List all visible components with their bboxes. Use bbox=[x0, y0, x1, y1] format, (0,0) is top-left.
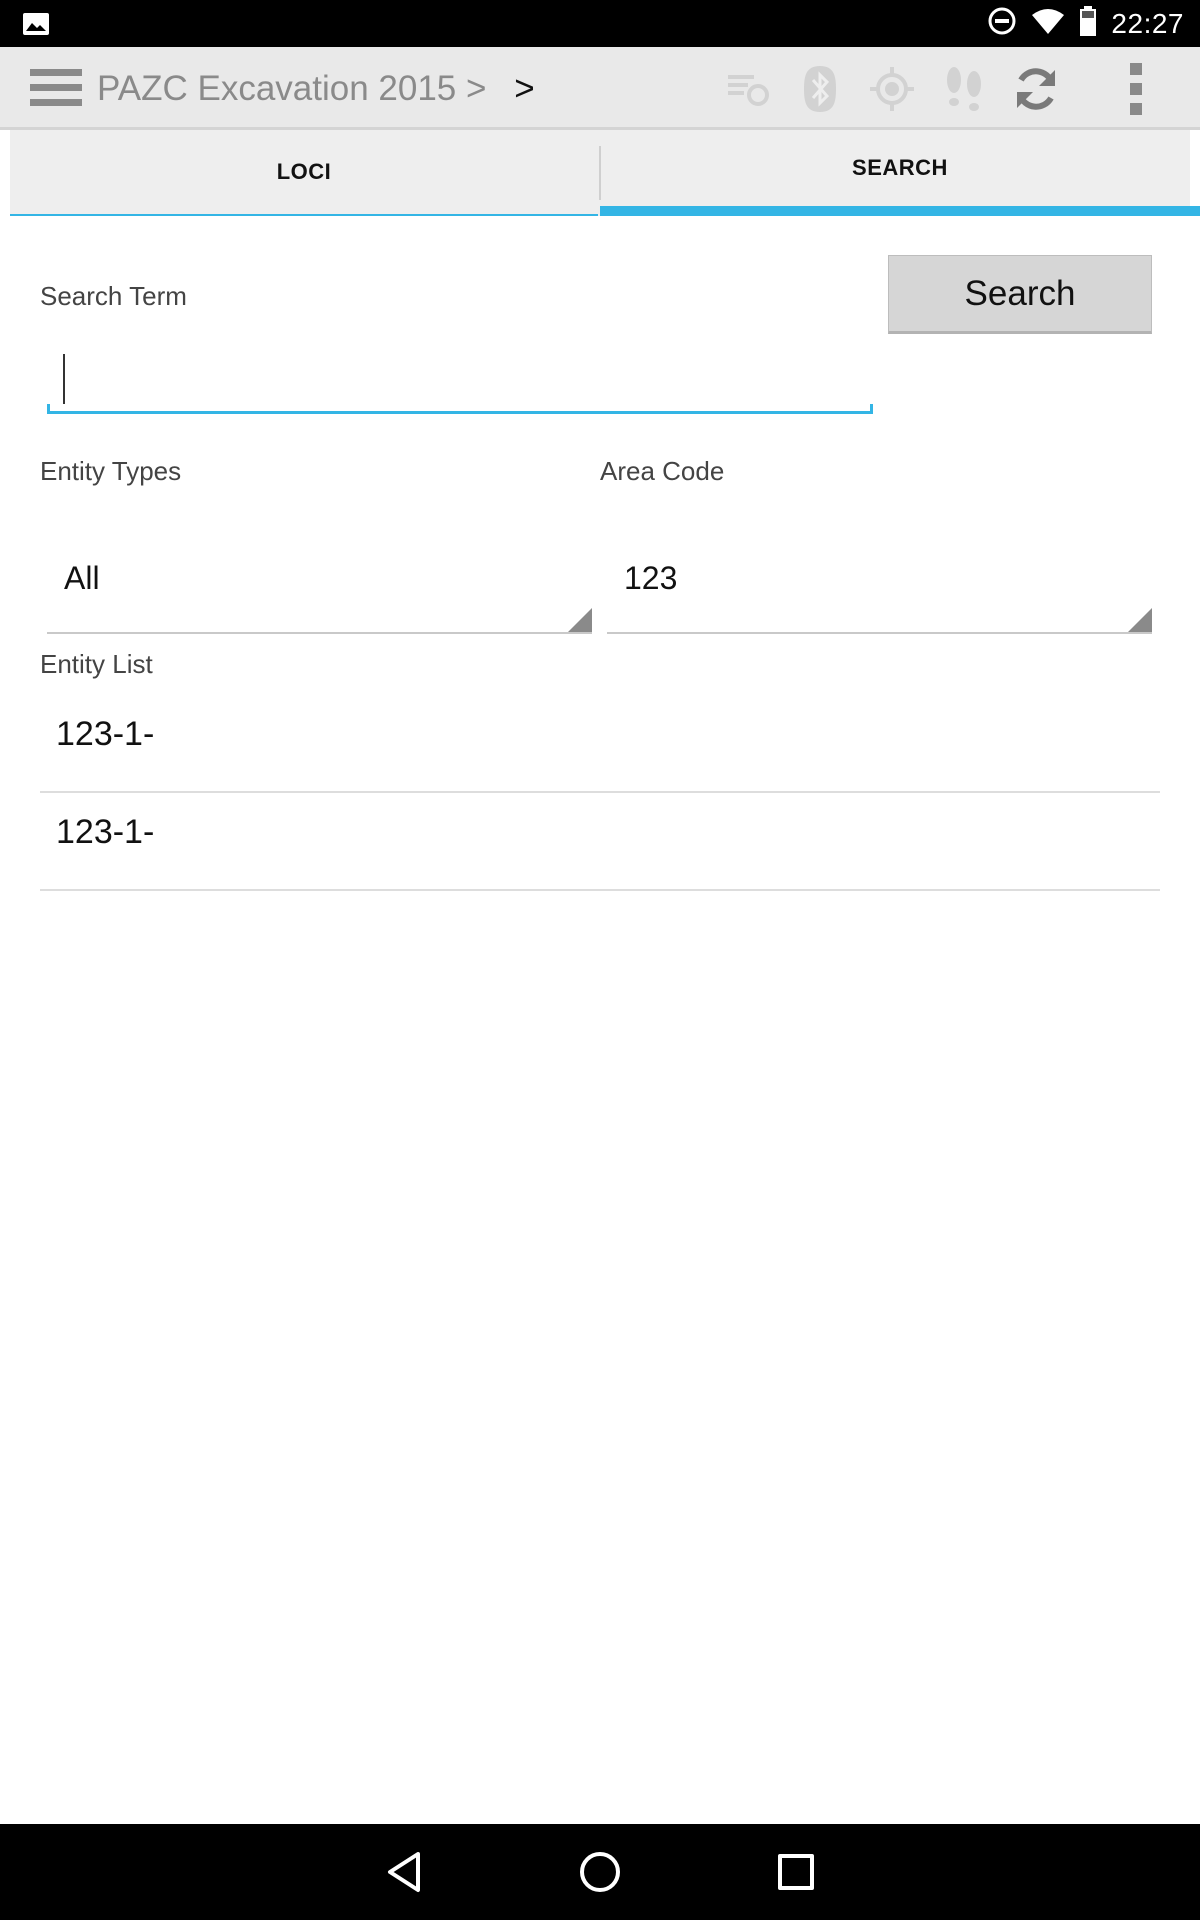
status-time: 22:27 bbox=[1111, 7, 1184, 39]
breadcrumb-current: > bbox=[514, 69, 535, 108]
tracking-icon[interactable] bbox=[936, 61, 992, 117]
refresh-icon[interactable] bbox=[1008, 61, 1064, 117]
overflow-menu-icon[interactable] bbox=[1108, 61, 1164, 117]
entity-types-value: All bbox=[64, 560, 100, 596]
dropdown-arrow-icon bbox=[568, 608, 592, 632]
tab-bar: LOCI SEARCH bbox=[10, 130, 1200, 216]
wifi-icon bbox=[1031, 7, 1065, 40]
battery-icon bbox=[1079, 6, 1097, 41]
search-term-label: Search Term bbox=[40, 281, 187, 311]
gps-icon[interactable] bbox=[864, 61, 920, 117]
menu-icon[interactable] bbox=[30, 69, 82, 109]
status-bar: 22:27 bbox=[0, 0, 1200, 47]
entity-types-dropdown[interactable]: All bbox=[47, 548, 592, 634]
action-bar: PAZC Excavation 2015 > > bbox=[0, 47, 1200, 130]
list-item[interactable]: 123-1- bbox=[40, 695, 1160, 793]
project-title: PAZC Excavation 2015 bbox=[97, 69, 457, 108]
home-icon[interactable] bbox=[572, 1844, 628, 1900]
search-button[interactable]: Search bbox=[888, 255, 1152, 334]
list-item-label: 123-1- bbox=[56, 813, 155, 851]
back-icon[interactable] bbox=[376, 1844, 432, 1900]
navigation-bar bbox=[0, 1824, 1200, 1920]
list-item-label: 123-1- bbox=[56, 715, 155, 753]
app-title[interactable]: PAZC Excavation 2015 > > bbox=[97, 69, 535, 109]
entity-list: 123-1- 123-1- bbox=[40, 695, 1160, 891]
dropdown-arrow-icon bbox=[1128, 608, 1152, 632]
image-icon bbox=[22, 12, 50, 41]
list-item[interactable]: 123-1- bbox=[40, 793, 1160, 891]
entity-types-label: Entity Types bbox=[40, 456, 182, 486]
bluetooth-icon[interactable] bbox=[792, 61, 848, 117]
recent-apps-icon[interactable] bbox=[768, 1844, 824, 1900]
breadcrumb-separator: > bbox=[466, 69, 487, 108]
search-input[interactable] bbox=[47, 348, 873, 411]
tab-loci[interactable]: LOCI bbox=[10, 130, 598, 216]
area-code-label: Area Code bbox=[600, 456, 725, 486]
area-code-dropdown[interactable]: 123 bbox=[607, 548, 1152, 634]
area-code-value: 123 bbox=[624, 560, 678, 596]
sync-status-icon[interactable] bbox=[720, 61, 776, 117]
do-not-disturb-icon bbox=[987, 6, 1017, 41]
entity-list-label: Entity List bbox=[40, 649, 153, 679]
search-input-container bbox=[47, 348, 873, 414]
text-cursor bbox=[63, 354, 65, 404]
tab-search[interactable]: SEARCH bbox=[600, 130, 1200, 216]
